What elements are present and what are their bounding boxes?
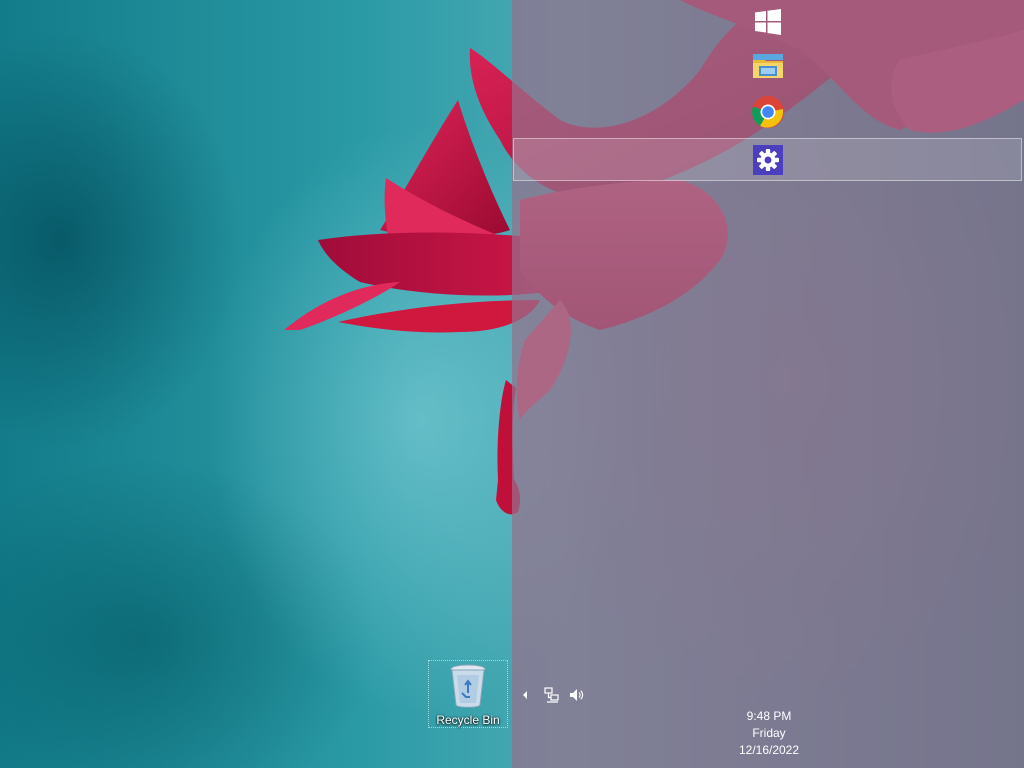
show-hidden-icons-arrow-icon [523,691,527,699]
clock-time: 9:48 PM [746,709,792,723]
recycle-bin-desktop-icon[interactable]: Recycle Bin [428,660,508,728]
recycle-bin-label: Recycle Bin [436,713,500,727]
taskbar-clock[interactable]: 9:48 PM Friday 12/16/2022 [718,708,820,759]
settings-button[interactable] [732,138,804,182]
show-hidden-icons-button[interactable] [518,686,532,704]
file-explorer-button[interactable] [732,44,804,88]
chrome-button[interactable] [732,90,804,134]
network-tray-button[interactable] [542,686,562,704]
settings-gear-icon [753,145,783,175]
windows-logo-icon [755,9,781,35]
chrome-icon [752,96,784,128]
volume-tray-button[interactable] [566,686,586,704]
volume-icon [570,689,584,701]
network-icon [544,687,559,703]
clock-day: Friday [752,726,786,740]
recycle-bin-icon [450,664,486,708]
start-button[interactable] [732,0,804,44]
clock-date: 12/16/2022 [738,743,800,757]
file-explorer-icon [753,54,783,78]
desktop[interactable]: Recycle Bin 9:48 PM Friday 12/16/2022 [0,0,1024,768]
